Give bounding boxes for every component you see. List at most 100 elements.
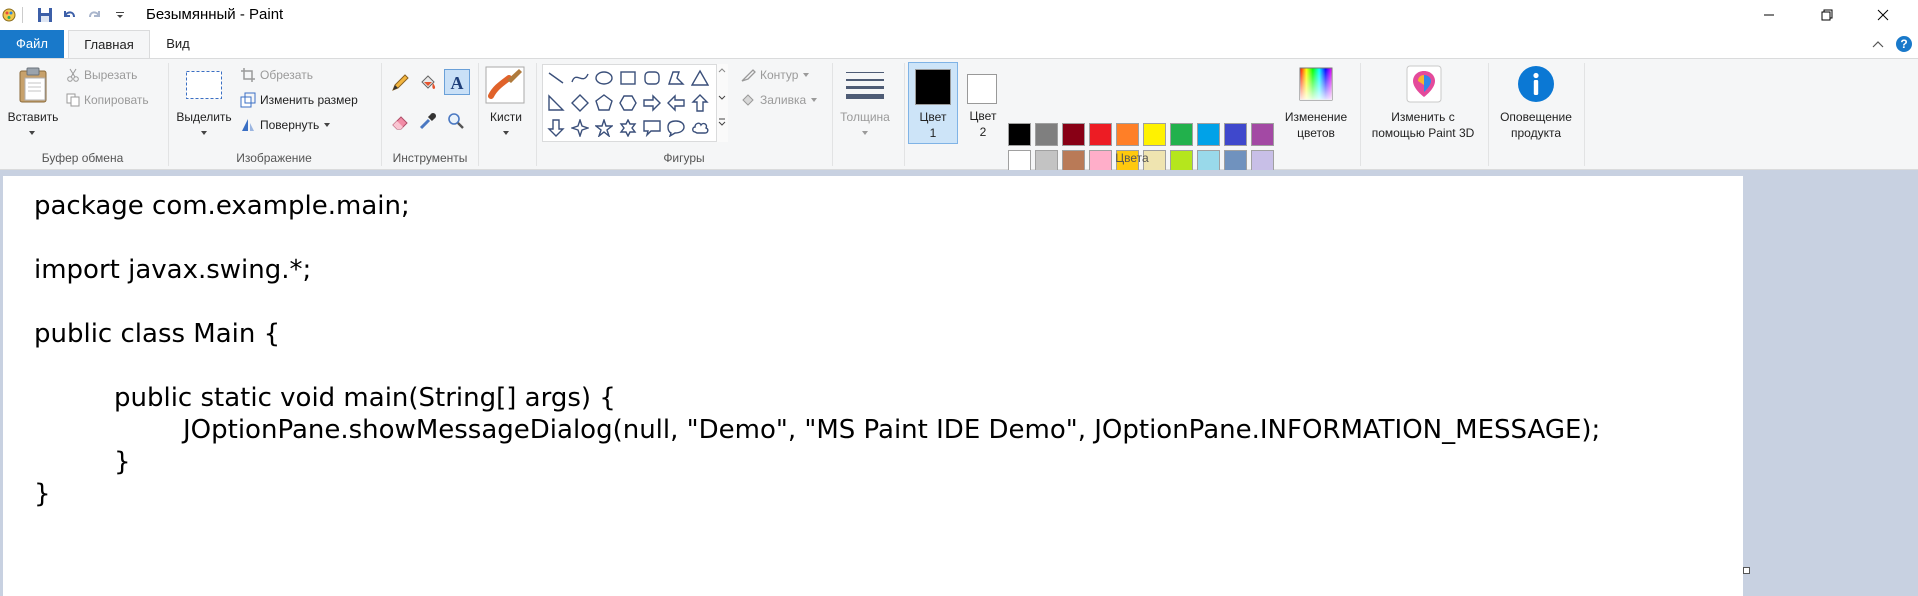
fill-label: Заливка: [760, 93, 807, 107]
close-button[interactable]: [1860, 0, 1906, 30]
group-divider: [1584, 63, 1585, 166]
code-line-package: package com.example.main;: [34, 191, 410, 221]
canvas-resize-handle[interactable]: [1743, 567, 1750, 574]
curve-shape-icon[interactable]: [569, 67, 591, 89]
cut-button[interactable]: Вырезать: [66, 64, 137, 86]
text-tool-icon[interactable]: A: [444, 69, 470, 95]
up-arrow-shape-icon[interactable]: [689, 92, 711, 114]
rotate-dropdown-icon[interactable]: [324, 123, 331, 127]
triangle-shape-icon[interactable]: [689, 67, 711, 89]
paste-dropdown-icon[interactable]: [29, 131, 35, 135]
paint3d-icon[interactable]: [1404, 64, 1444, 104]
palette-color-swatch[interactable]: [1062, 123, 1085, 146]
magnifier-icon[interactable]: [444, 109, 468, 133]
eraser-icon[interactable]: [388, 109, 412, 133]
brushes-icon[interactable]: [484, 65, 526, 105]
palette-color-swatch[interactable]: [1089, 123, 1112, 146]
edit-colors-label-line1[interactable]: Изменение: [1276, 109, 1356, 125]
group-divider: [1360, 63, 1361, 166]
down-arrow-shape-icon[interactable]: [545, 117, 567, 139]
tools-group-label: Инструменты: [392, 151, 468, 165]
fill-bucket-icon[interactable]: [416, 71, 440, 95]
five-point-star-shape-icon[interactable]: [593, 117, 615, 139]
brushes-button[interactable]: Кисти: [480, 109, 532, 125]
product-alert-label-line2[interactable]: продукта: [1490, 125, 1582, 141]
select-icon[interactable]: [184, 67, 224, 103]
right-triangle-shape-icon[interactable]: [545, 92, 567, 114]
copy-button[interactable]: Копировать: [66, 89, 149, 111]
hexagon-shape-icon[interactable]: [617, 92, 639, 114]
color-picker-icon[interactable]: [416, 109, 440, 133]
palette-color-swatch[interactable]: [1251, 123, 1274, 146]
palette-color-swatch[interactable]: [1116, 123, 1139, 146]
color1-label-line2: 1: [929, 126, 937, 140]
collapse-ribbon-icon[interactable]: [1868, 30, 1888, 58]
size-icon[interactable]: [844, 67, 886, 103]
help-icon[interactable]: ?: [1893, 30, 1915, 58]
palette-color-swatch[interactable]: [1170, 123, 1193, 146]
oval-shape-icon[interactable]: [593, 67, 615, 89]
group-divider: [1488, 63, 1489, 166]
fill-button[interactable]: Заливка: [740, 89, 818, 111]
right-arrow-shape-icon[interactable]: [641, 92, 663, 114]
line-shape-icon[interactable]: [545, 67, 567, 89]
six-point-star-shape-icon[interactable]: [617, 117, 639, 139]
resize-button[interactable]: Изменить размер: [240, 89, 358, 111]
redo-icon[interactable]: [84, 0, 106, 30]
brushes-dropdown-icon[interactable]: [503, 131, 509, 135]
scissors-icon: [67, 68, 79, 82]
oval-callout-shape-icon[interactable]: [665, 117, 687, 139]
color2-button[interactable]: Цвет 2: [958, 62, 1008, 144]
paint-app-icon[interactable]: [0, 0, 18, 30]
save-icon[interactable]: [34, 0, 56, 30]
paste-button[interactable]: Вставить: [4, 109, 62, 125]
palette-color-swatch[interactable]: [1143, 123, 1166, 146]
palette-color-swatch[interactable]: [1224, 123, 1247, 146]
select-button[interactable]: Выделить: [172, 109, 236, 125]
palette-color-swatch[interactable]: [1008, 123, 1031, 146]
outline-button[interactable]: Контур: [740, 64, 810, 86]
polygon-shape-icon[interactable]: [665, 67, 687, 89]
edit-colors-label-line2[interactable]: цветов: [1276, 125, 1356, 141]
palette-color-swatch[interactable]: [1035, 123, 1058, 146]
edit-colors-icon[interactable]: [1296, 64, 1336, 104]
shapes-group-label: Фигуры: [663, 151, 705, 165]
drawing-canvas[interactable]: package com.example.main; import javax.s…: [3, 176, 1743, 596]
rectangular-callout-shape-icon[interactable]: [641, 117, 663, 139]
select-dropdown-icon[interactable]: [201, 131, 207, 135]
cloud-callout-shape-icon[interactable]: [689, 117, 711, 139]
pentagon-shape-icon[interactable]: [593, 92, 615, 114]
color1-button[interactable]: Цвет 1: [908, 62, 958, 144]
info-icon[interactable]: [1516, 64, 1556, 104]
crop-icon: [241, 68, 255, 82]
size-dropdown-icon[interactable]: [862, 131, 868, 135]
code-line-import: import javax.swing.*;: [34, 255, 312, 285]
resize-icon: [240, 92, 256, 108]
tab-file[interactable]: Файл: [0, 30, 64, 58]
minimize-button[interactable]: [1746, 0, 1792, 30]
tab-view[interactable]: Вид: [158, 30, 198, 58]
fill-dropdown-icon[interactable]: [811, 98, 818, 102]
code-line-method-close: }: [114, 447, 131, 477]
paste-icon[interactable]: [14, 65, 54, 105]
ribbon: Вставить Вырезать Копировать Буфер обмен…: [0, 58, 1918, 200]
shapes-gallery-scroller[interactable]: [716, 64, 728, 142]
pencil-icon[interactable]: [388, 71, 412, 95]
customize-quick-access-icon[interactable]: [112, 0, 128, 30]
diamond-shape-icon[interactable]: [569, 92, 591, 114]
rectangle-shape-icon[interactable]: [617, 67, 639, 89]
restore-button[interactable]: [1804, 0, 1850, 30]
left-arrow-shape-icon[interactable]: [665, 92, 687, 114]
paint3d-label-line1[interactable]: Изменить с: [1362, 109, 1484, 125]
palette-color-swatch[interactable]: [1197, 123, 1220, 146]
size-button[interactable]: Толщина: [834, 109, 896, 125]
rounded-rectangle-shape-icon[interactable]: [641, 67, 663, 89]
crop-button[interactable]: Обрезать: [240, 64, 313, 86]
rotate-button[interactable]: Повернуть: [240, 114, 331, 136]
four-point-star-shape-icon[interactable]: [569, 117, 591, 139]
paint3d-label-line2[interactable]: помощью Paint 3D: [1362, 125, 1484, 141]
outline-dropdown-icon[interactable]: [803, 73, 810, 77]
undo-icon[interactable]: [58, 0, 80, 30]
tab-home[interactable]: Главная: [68, 30, 150, 58]
product-alert-label-line1[interactable]: Оповещение: [1490, 109, 1582, 125]
